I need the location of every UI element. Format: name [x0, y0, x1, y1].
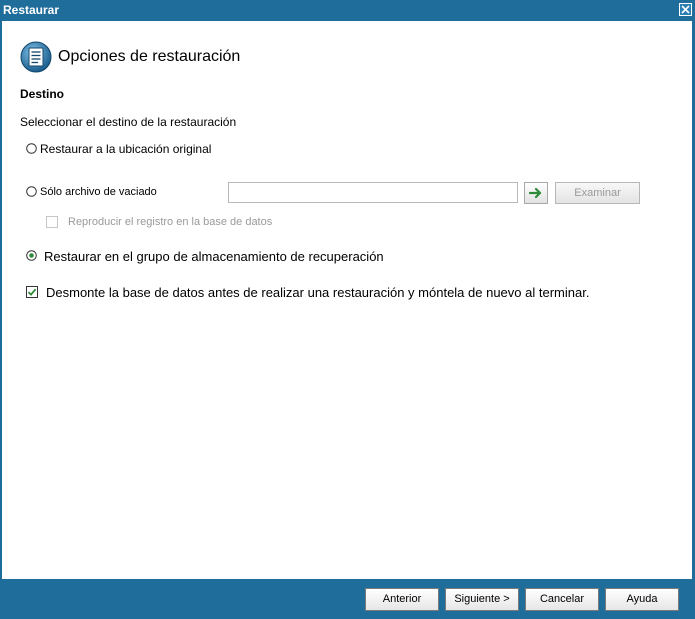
title-bar: Restaurar — [0, 0, 695, 20]
content-panel: Opciones de restauración Destino Selecci… — [2, 21, 692, 579]
cancel-button[interactable]: Cancelar — [525, 588, 599, 611]
next-button[interactable]: Siguiente > — [445, 588, 519, 611]
window-title: Restaurar — [3, 3, 60, 17]
close-icon — [681, 5, 690, 14]
section-title: Destino — [20, 87, 65, 101]
radio-recovery-storage-group-label[interactable]: Restaurar en el grupo de almacenamiento … — [44, 249, 384, 264]
arrow-right-icon — [529, 187, 542, 199]
browse-button[interactable]: Examinar — [555, 182, 640, 204]
replay-log-checkbox[interactable] — [46, 216, 58, 228]
close-button[interactable] — [679, 3, 692, 16]
radio-recovery-storage-group[interactable] — [26, 250, 37, 261]
document-list-icon — [20, 41, 52, 73]
dump-file-path-input[interactable] — [228, 182, 518, 203]
radio-dump-file-only[interactable] — [26, 186, 37, 197]
radio-original-location-label[interactable]: Restaurar a la ubicación original — [40, 142, 211, 156]
help-button[interactable]: Ayuda — [605, 588, 679, 611]
dismount-database-label[interactable]: Desmonte la base de datos antes de reali… — [46, 285, 589, 300]
page-title: Opciones de restauración — [58, 48, 241, 65]
go-button[interactable] — [524, 182, 548, 204]
dismount-database-checkbox[interactable] — [26, 286, 38, 298]
section-description: Seleccionar el destino de la restauració… — [20, 115, 237, 129]
radio-dump-file-only-label[interactable]: Sólo archivo de vaciado — [40, 186, 157, 198]
replay-log-label: Reproducir el registro en la base de dat… — [68, 216, 273, 228]
back-button[interactable]: Anterior — [365, 588, 439, 611]
radio-original-location[interactable] — [26, 143, 37, 154]
